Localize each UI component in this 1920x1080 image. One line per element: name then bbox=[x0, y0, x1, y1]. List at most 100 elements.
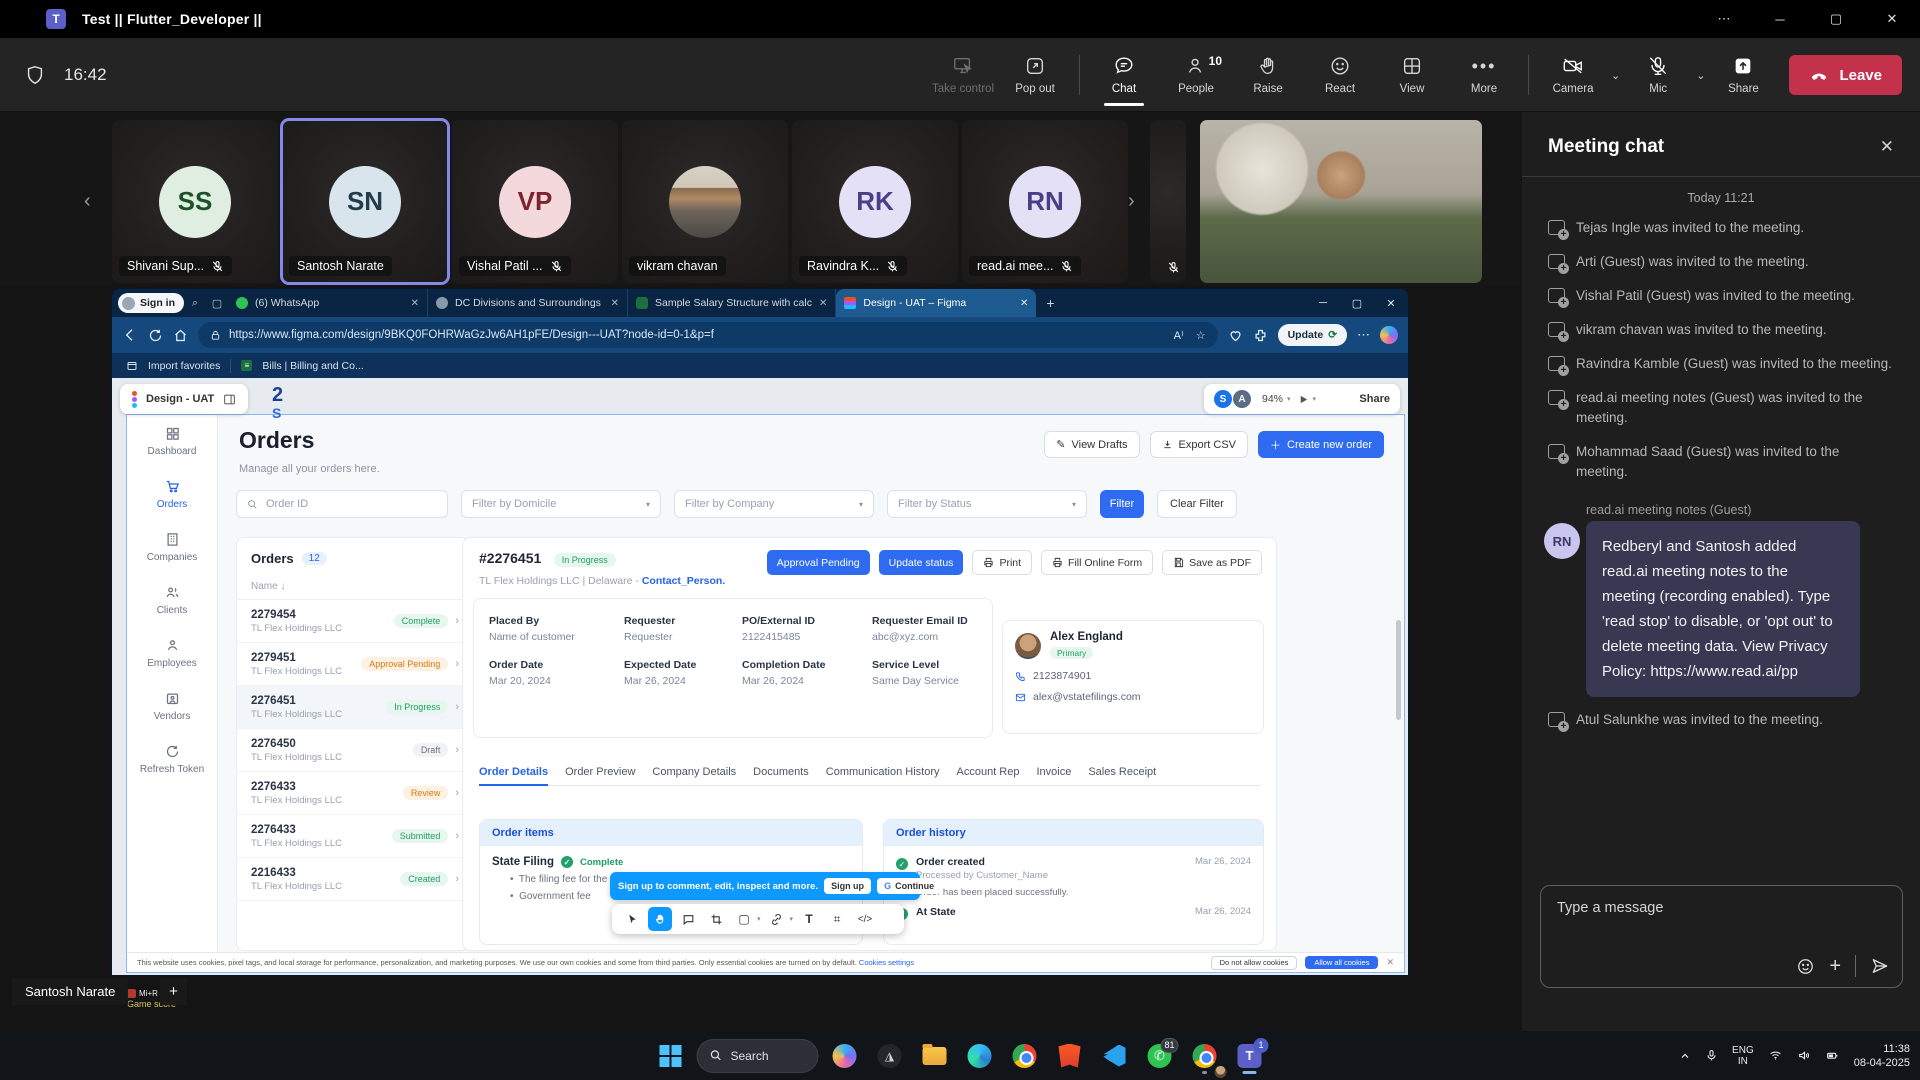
order-row-2279454[interactable]: 2279454TL Flex Holdings LLCComplete› bbox=[237, 600, 469, 643]
text-tool-icon[interactable]: T bbox=[797, 907, 821, 931]
order-row-2276450[interactable]: 2276450TL Flex Holdings LLCDraft› bbox=[237, 729, 469, 772]
collaborator-avatar-s[interactable]: S bbox=[1214, 390, 1232, 408]
workspaces-icon[interactable]: ▢ bbox=[206, 297, 228, 310]
cookies-settings-link[interactable]: Cookies settings bbox=[859, 958, 914, 967]
view-button[interactable]: View bbox=[1376, 42, 1448, 108]
import-favorites-link[interactable]: Import favorites bbox=[148, 360, 220, 372]
tab-close-icon[interactable]: ✕ bbox=[1020, 298, 1028, 309]
chrome-icon[interactable] bbox=[1006, 1036, 1044, 1076]
extensions-icon[interactable] bbox=[1253, 328, 1268, 343]
figma-doc-title[interactable]: Design - UAT bbox=[146, 393, 214, 405]
clear-filter-button[interactable]: Clear Filter bbox=[1157, 490, 1237, 518]
tray-chevron-icon[interactable] bbox=[1679, 1050, 1691, 1062]
close-button[interactable]: ✕ bbox=[1864, 0, 1920, 38]
print-button[interactable]: Print bbox=[972, 550, 1032, 575]
share-button[interactable]: Share bbox=[1707, 42, 1779, 108]
mic-button[interactable]: Mic bbox=[1622, 42, 1694, 108]
collaborator-avatar-a[interactable]: A bbox=[1233, 390, 1251, 408]
file-explorer-icon[interactable] bbox=[916, 1036, 954, 1076]
tab-documents[interactable]: Documents bbox=[753, 766, 809, 778]
tab-search-icon[interactable]: ⌕ bbox=[184, 297, 206, 310]
browser-essentials-icon[interactable] bbox=[1228, 328, 1243, 343]
gallery-prev-icon[interactable]: ‹ bbox=[84, 190, 91, 213]
back-icon[interactable] bbox=[122, 327, 138, 343]
shape-chevron-icon[interactable]: ▾ bbox=[757, 915, 761, 923]
teams-taskbar-icon[interactable]: T1 bbox=[1231, 1036, 1269, 1076]
filter-company-select[interactable]: Filter by Company▾ bbox=[674, 490, 874, 518]
order-row-2276433[interactable]: 2276433TL Flex Holdings LLCSubmitted› bbox=[237, 815, 469, 858]
maximize-button[interactable]: ▢ bbox=[1808, 0, 1864, 38]
filter-button[interactable]: Filter bbox=[1100, 490, 1144, 518]
lm-studio-icon[interactable]: ◮ bbox=[871, 1036, 909, 1076]
video-tile-vikram-chavan[interactable]: vikram chavan bbox=[622, 120, 788, 283]
sort-column-header[interactable]: Name ↓ bbox=[237, 575, 469, 600]
order-row-2216433[interactable]: 2216433TL Flex Holdings LLCCreated› bbox=[237, 858, 469, 901]
video-tile-spotlight[interactable] bbox=[1200, 120, 1482, 283]
sidebar-item-refresh-token[interactable]: Refresh Token bbox=[127, 733, 217, 786]
browser-signin-button[interactable]: Sign in bbox=[118, 293, 184, 313]
language-indicator[interactable]: ENGIN bbox=[1732, 1045, 1754, 1067]
crop-tool-icon[interactable] bbox=[704, 907, 728, 931]
browser-tab-figma-active[interactable]: Design - UAT – Figma✕ bbox=[836, 289, 1036, 317]
tray-mic-icon[interactable] bbox=[1705, 1049, 1718, 1062]
titlebar-more-button[interactable]: ⋯ bbox=[1696, 0, 1752, 38]
message-composer[interactable]: Type a message + bbox=[1540, 885, 1903, 988]
component-tool-icon[interactable]: ⌗ bbox=[825, 907, 849, 931]
deny-cookies-button[interactable]: Do not allow cookies bbox=[1211, 956, 1298, 970]
tab-close-icon[interactable]: ✕ bbox=[411, 298, 419, 309]
frame-scrollbar[interactable] bbox=[1396, 620, 1401, 720]
tab-account-rep[interactable]: Account Rep bbox=[957, 766, 1020, 778]
video-tile-read-ai-mee-[interactable]: RNread.ai mee... bbox=[962, 120, 1128, 283]
chrome-profile-icon[interactable] bbox=[1186, 1036, 1224, 1076]
camera-button[interactable]: Camera bbox=[1537, 42, 1609, 108]
link-chevron-icon[interactable]: ▾ bbox=[790, 915, 794, 923]
tab-sales-receipt[interactable]: Sales Receipt bbox=[1088, 766, 1156, 778]
new-tab-button[interactable]: + bbox=[1046, 295, 1054, 311]
camera-options-chevron-icon[interactable]: ⌄ bbox=[1611, 69, 1620, 82]
view-drafts-button[interactable]: ✎View Drafts bbox=[1044, 431, 1139, 458]
edge-icon[interactable] bbox=[961, 1036, 999, 1076]
bills-bookmark-link[interactable]: Bills | Billing and Co... bbox=[262, 360, 363, 372]
cookie-close-icon[interactable]: ✕ bbox=[1386, 957, 1394, 968]
browser-update-button[interactable]: Update⟳ bbox=[1278, 324, 1347, 346]
tab-close-icon[interactable]: ✕ bbox=[611, 298, 619, 309]
fill-online-form-button[interactable]: Fill Online Form bbox=[1041, 550, 1153, 575]
copilot-icon[interactable] bbox=[1380, 326, 1398, 344]
chat-button[interactable]: Chat bbox=[1088, 42, 1160, 108]
contact-email-row[interactable]: alex@vstatefilings.com bbox=[1015, 691, 1251, 703]
export-csv-button[interactable]: Export CSV bbox=[1150, 431, 1248, 458]
volume-icon[interactable] bbox=[1797, 1049, 1811, 1062]
sidebar-item-orders[interactable]: Orders bbox=[127, 468, 217, 521]
hand-tool-icon[interactable] bbox=[648, 907, 672, 931]
allow-cookies-button[interactable]: Allow all cookies bbox=[1305, 956, 1378, 969]
tab-invoice[interactable]: Invoice bbox=[1036, 766, 1071, 778]
contact-phone-row[interactable]: 2123874901 bbox=[1015, 670, 1251, 682]
vscode-icon[interactable] bbox=[1096, 1036, 1134, 1076]
figma-menu-icon[interactable] bbox=[132, 391, 137, 408]
create-new-order-button[interactable]: ＋Create new order bbox=[1258, 431, 1384, 458]
tab-close-icon[interactable]: ✕ bbox=[819, 298, 827, 309]
link-tool-icon[interactable] bbox=[765, 907, 789, 931]
sidebar-item-clients[interactable]: Clients bbox=[127, 574, 217, 627]
react-button[interactable]: React bbox=[1304, 42, 1376, 108]
sidebar-item-companies[interactable]: Companies bbox=[127, 521, 217, 574]
video-tile-partial[interactable] bbox=[1150, 120, 1186, 283]
approval-pending-button[interactable]: Approval Pending bbox=[767, 550, 870, 575]
take-control-button[interactable]: Take control bbox=[927, 42, 999, 108]
order-row-2276433[interactable]: 2276433TL Flex Holdings LLCReview› bbox=[237, 772, 469, 815]
sidebar-item-vendors[interactable]: Vendors bbox=[127, 680, 217, 733]
home-icon[interactable] bbox=[173, 328, 188, 343]
address-bar[interactable]: https://www.figma.com/design/9BKQ0FOHRWa… bbox=[198, 322, 1218, 348]
tab-company-details[interactable]: Company Details bbox=[652, 766, 736, 778]
read-aloud-icon[interactable]: A⁾ bbox=[1174, 329, 1184, 342]
browser-minimize-button[interactable]: ─ bbox=[1306, 289, 1340, 317]
update-status-button[interactable]: Update status bbox=[879, 550, 964, 575]
settings-more-icon[interactable]: ⋯ bbox=[1357, 327, 1370, 343]
shape-tool-icon[interactable]: ▢ bbox=[732, 907, 756, 931]
chat-close-icon[interactable]: ✕ bbox=[1880, 137, 1894, 157]
battery-icon[interactable] bbox=[1825, 1049, 1840, 1062]
sidebar-item-employees[interactable]: Employees bbox=[127, 627, 217, 680]
present-icon[interactable] bbox=[1298, 394, 1309, 405]
gallery-next-icon[interactable]: › bbox=[1128, 190, 1135, 213]
taskbar-search[interactable]: Search bbox=[697, 1039, 819, 1073]
